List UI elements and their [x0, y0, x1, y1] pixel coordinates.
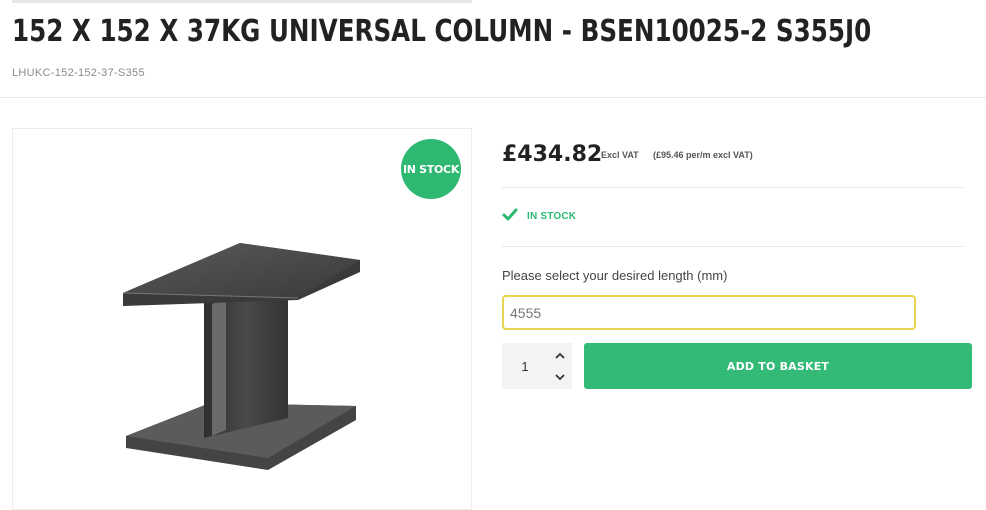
price-per-meter: (£95.46 per/m excl VAT): [653, 150, 753, 160]
stock-status: IN STOCK: [527, 211, 577, 222]
product-price: £434.82: [502, 142, 603, 167]
header-divider: [0, 97, 986, 98]
length-label: Please select your desired length (mm): [502, 268, 728, 283]
add-to-basket-button[interactable]: ADD TO BASKET: [584, 343, 972, 389]
in-stock-badge: IN STOCK: [401, 139, 461, 199]
chevron-up-icon[interactable]: [552, 347, 568, 363]
vat-label: Excl VAT: [601, 150, 639, 160]
product-image[interactable]: [118, 238, 363, 473]
product-sku: LHUKC-152-152-37-S355: [12, 67, 145, 79]
chevron-down-icon[interactable]: [552, 369, 568, 385]
product-title: 152 X 152 X 37KG UNIVERSAL COLUMN - BSEN…: [12, 14, 872, 49]
stock-divider: [502, 246, 963, 247]
price-divider: [502, 187, 963, 188]
quantity-stepper[interactable]: 1: [502, 343, 572, 389]
length-input[interactable]: [502, 295, 916, 330]
quantity-value[interactable]: 1: [502, 343, 548, 389]
top-divider: [12, 0, 472, 3]
check-icon: [502, 208, 518, 221]
